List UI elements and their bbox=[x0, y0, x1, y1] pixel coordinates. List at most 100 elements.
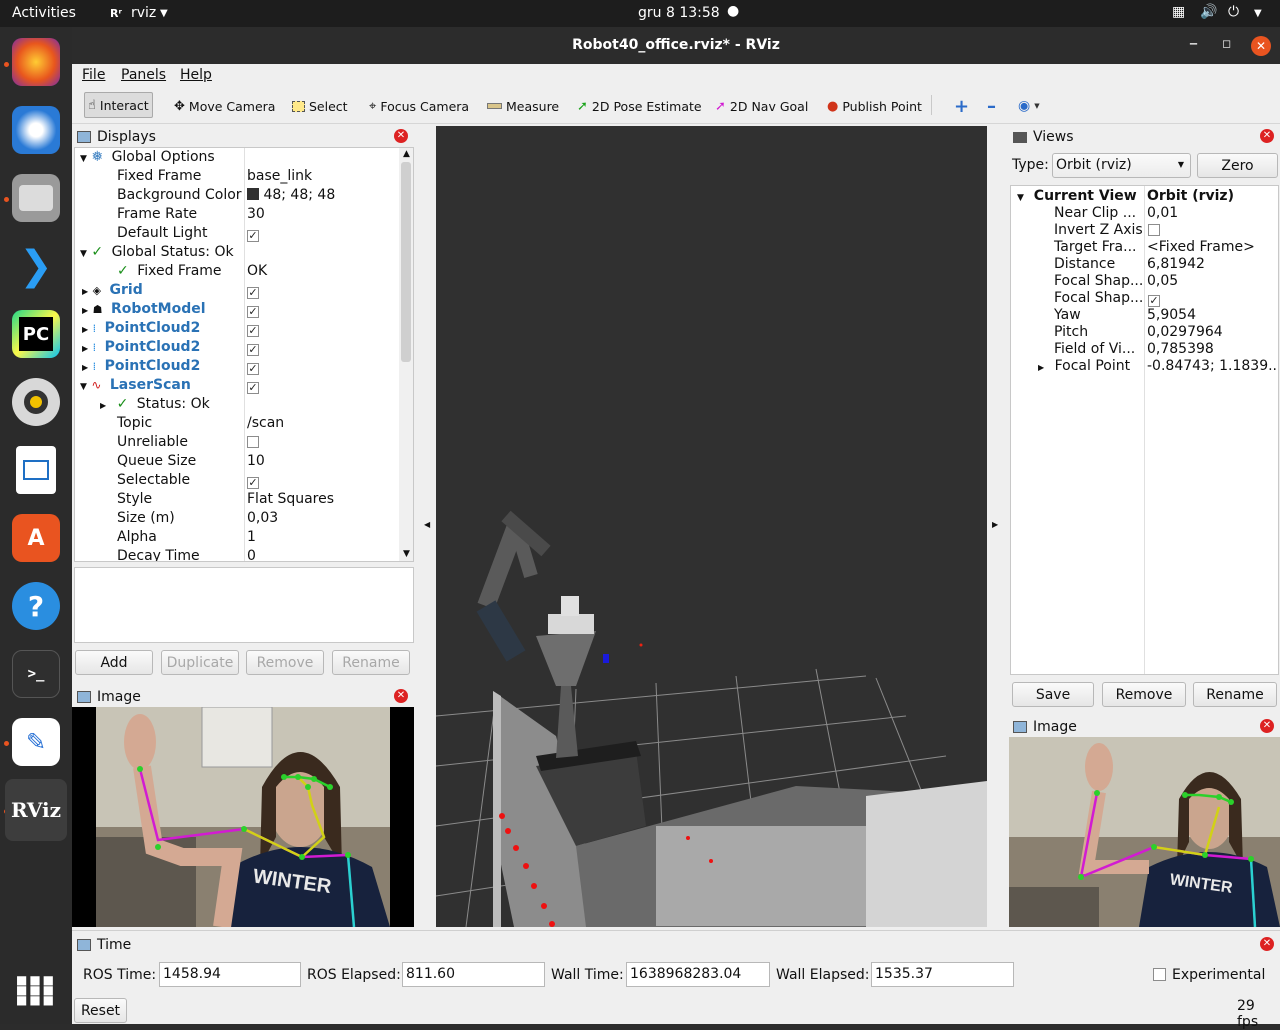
tree-row-style[interactable]: Style bbox=[117, 491, 152, 510]
style-value[interactable]: Flat Squares bbox=[247, 491, 334, 510]
focal-point-value[interactable]: -0.84743; 1.1839... bbox=[1147, 358, 1278, 377]
app-menu-label[interactable]: rviz bbox=[131, 5, 156, 21]
close-icon[interactable]: ✕ bbox=[394, 129, 408, 143]
laserscan-checkbox[interactable]: ✓ bbox=[247, 379, 259, 398]
tree-row-queue-size[interactable]: Queue Size bbox=[117, 453, 196, 472]
text-editor-icon[interactable]: ✎ bbox=[12, 718, 60, 766]
tree-row-unreliable[interactable]: Unreliable bbox=[117, 434, 188, 453]
focal-shape-size-value[interactable]: 0,05 bbox=[1147, 273, 1178, 292]
chevron-down-icon[interactable]: ▼ bbox=[403, 549, 410, 559]
tree-row-fixed-frame[interactable]: Fixed Frame bbox=[117, 168, 201, 187]
tree-row-pointcloud2-2[interactable]: ▶ ⁞ PointCloud2 bbox=[82, 339, 200, 358]
ros-time-field[interactable]: 1458.94 bbox=[159, 962, 301, 987]
pointcloud2-3-checkbox[interactable]: ✓ bbox=[247, 360, 259, 379]
close-icon[interactable]: ✕ bbox=[394, 689, 408, 703]
default-light-checkbox[interactable]: ✓ bbox=[247, 227, 259, 246]
activities-button[interactable]: Activities bbox=[12, 5, 76, 21]
tree-row-robot-model[interactable]: ▶ ☗ RobotModel bbox=[82, 301, 206, 320]
tree-row-size[interactable]: Size (m) bbox=[117, 510, 175, 529]
tree-row-pointcloud2-3[interactable]: ▶ ⁞ PointCloud2 bbox=[82, 358, 200, 377]
decay-time-value[interactable]: 0 bbox=[247, 548, 256, 561]
close-icon[interactable]: ✕ bbox=[1260, 719, 1274, 733]
close-icon[interactable]: ✕ bbox=[1260, 129, 1274, 143]
queue-size-value[interactable]: 10 bbox=[247, 453, 265, 472]
zero-button[interactable]: Zero bbox=[1197, 153, 1278, 178]
tree-row-grid[interactable]: ▶ ◈ Grid bbox=[82, 282, 143, 301]
displays-scrollbar[interactable] bbox=[399, 148, 413, 561]
remove-view-button[interactable]: Remove bbox=[1102, 682, 1186, 707]
app-grid-icon[interactable]: ■■■ ■■■ ■■■ bbox=[12, 966, 60, 1014]
displays-tree[interactable]: ▲ ▼ ▼ ❅ Global Options Fixed Frame base_… bbox=[74, 147, 414, 562]
close-icon[interactable]: ✕ bbox=[1251, 36, 1271, 56]
rename-display-button[interactable]: Rename bbox=[332, 650, 410, 675]
grid-checkbox[interactable]: ✓ bbox=[247, 284, 259, 303]
vscode-icon[interactable]: ❯ bbox=[12, 242, 60, 290]
wall-elapsed-field[interactable]: 1535.37 bbox=[871, 962, 1014, 987]
reset-button[interactable]: Reset bbox=[74, 998, 127, 1023]
ros-elapsed-field[interactable]: 811.60 bbox=[402, 962, 545, 987]
background-color-value[interactable]: 48; 48; 48 bbox=[247, 187, 335, 206]
window-title-bar[interactable]: Robot40_office.rviz* - RViz – ◻ ✕ bbox=[72, 27, 1280, 64]
rviz-icon[interactable]: RViz bbox=[11, 786, 61, 834]
tree-row-laserscan[interactable]: ▼ ∿ LaserScan bbox=[80, 377, 191, 396]
interact-tool-button[interactable]: ☝ Interact bbox=[84, 92, 153, 118]
writer-icon[interactable] bbox=[16, 446, 56, 494]
select-tool-button[interactable]: Select bbox=[292, 95, 348, 117]
near-clip-value[interactable]: 0,01 bbox=[1147, 205, 1178, 224]
add-tool-icon[interactable]: + bbox=[954, 95, 969, 117]
eye-icon[interactable]: ◉ ▼ bbox=[1018, 95, 1040, 117]
tree-row-global-options[interactable]: ▼ ❅ Global Options bbox=[80, 149, 215, 168]
tree-row-selectable[interactable]: Selectable bbox=[117, 472, 190, 491]
views-tree[interactable]: ▼ Current View Orbit (rviz) Near Clip ..… bbox=[1010, 185, 1279, 675]
right-splitter[interactable]: ▶ bbox=[989, 124, 1007, 930]
network-icon[interactable]: ▦ bbox=[1172, 4, 1185, 20]
tree-row-fixed-frame-status[interactable]: ✓ Fixed Frame bbox=[117, 263, 222, 282]
help-icon[interactable]: ? bbox=[12, 582, 60, 630]
volume-icon[interactable]: 🔊 bbox=[1200, 4, 1217, 20]
experimental-checkbox[interactable] bbox=[1153, 968, 1166, 981]
nav-goal-tool-button[interactable]: ➚ 2D Nav Goal bbox=[715, 95, 808, 117]
robot-model-checkbox[interactable]: ✓ bbox=[247, 303, 259, 322]
topic-value[interactable]: /scan bbox=[247, 415, 284, 434]
terminal-icon[interactable]: >_ bbox=[12, 650, 60, 698]
render-viewport[interactable] bbox=[436, 126, 987, 927]
close-icon[interactable]: ✕ bbox=[1260, 937, 1274, 951]
rhythmbox-icon[interactable] bbox=[12, 378, 60, 426]
focus-camera-tool-button[interactable]: ⌖ Focus Camera bbox=[369, 95, 469, 117]
left-splitter[interactable]: ◀ bbox=[417, 124, 435, 930]
publish-point-tool-button[interactable]: ● Publish Point bbox=[827, 95, 922, 117]
remove-display-button[interactable]: Remove bbox=[246, 650, 324, 675]
remove-tool-icon[interactable]: – bbox=[987, 95, 996, 117]
tree-row-laserscan-status[interactable]: ▶ ✓ Status: Ok bbox=[100, 396, 210, 415]
power-icon[interactable]: ⏻ bbox=[1228, 4, 1239, 20]
tree-row-default-light[interactable]: Default Light bbox=[117, 225, 208, 244]
save-view-button[interactable]: Save bbox=[1012, 682, 1094, 707]
thunderbird-icon[interactable] bbox=[12, 106, 60, 154]
tree-row-global-status[interactable]: ▼ ✓ Global Status: Ok bbox=[80, 244, 234, 263]
files-icon[interactable] bbox=[12, 174, 60, 222]
tree-row-background-color[interactable]: Background Color bbox=[117, 187, 242, 206]
firefox-icon[interactable] bbox=[12, 38, 60, 86]
tree-row-pointcloud2-1[interactable]: ▶ ⁞ PointCloud2 bbox=[82, 320, 200, 339]
tree-row-decay-time[interactable]: Decay Time bbox=[117, 548, 200, 561]
rename-view-button[interactable]: Rename bbox=[1193, 682, 1277, 707]
tree-row-focal-point[interactable]: ▶ Focal Point bbox=[1038, 358, 1130, 377]
pose-estimate-tool-button[interactable]: ➚ 2D Pose Estimate bbox=[577, 95, 702, 117]
clock[interactable]: gru 8 13:58 bbox=[638, 5, 720, 21]
chevron-up-icon[interactable]: ▲ bbox=[403, 149, 410, 159]
frame-rate-value[interactable]: 30 bbox=[247, 206, 265, 225]
size-value[interactable]: 0,03 bbox=[247, 510, 278, 529]
app-center-icon[interactable]: A bbox=[12, 514, 60, 562]
tree-row-alpha[interactable]: Alpha bbox=[117, 529, 157, 548]
move-camera-tool-button[interactable]: ✥ Move Camera bbox=[174, 95, 275, 117]
tree-row-topic[interactable]: Topic bbox=[117, 415, 152, 434]
fixed-frame-value[interactable]: base_link bbox=[247, 168, 312, 187]
menu-help[interactable]: Help bbox=[180, 67, 212, 83]
measure-tool-button[interactable]: Measure bbox=[487, 95, 559, 117]
add-display-button[interactable]: Add bbox=[75, 650, 153, 675]
view-type-select[interactable]: Orbit (rviz) ▼ bbox=[1052, 153, 1191, 178]
maximize-icon[interactable]: ◻ bbox=[1222, 37, 1231, 50]
menu-file[interactable]: File bbox=[82, 67, 105, 83]
tree-row-frame-rate[interactable]: Frame Rate bbox=[117, 206, 197, 225]
pointcloud2-1-checkbox[interactable]: ✓ bbox=[247, 322, 259, 341]
